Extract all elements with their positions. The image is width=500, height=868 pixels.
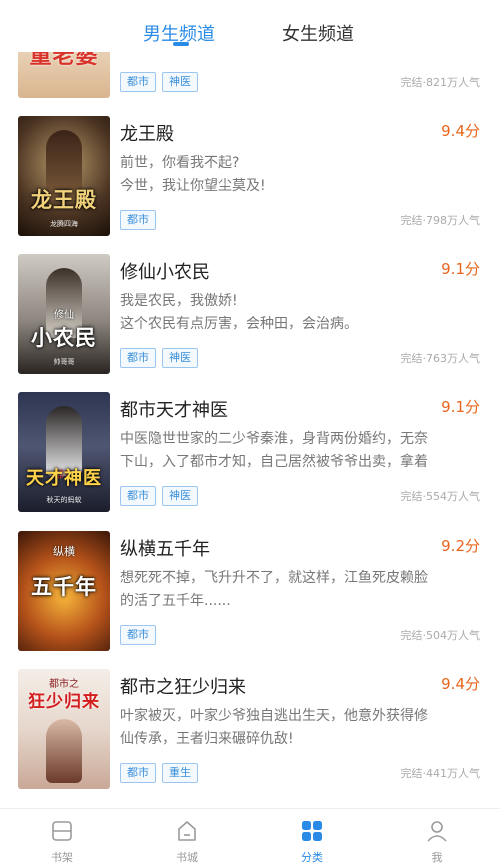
tag[interactable]: 都市	[120, 486, 156, 506]
book-desc: 叶家被灭，叶家少爷独自逃出生天，他意外获得修 仙传承，王者归来碾碎仇敌!	[120, 705, 482, 751]
tag[interactable]: 神医	[162, 486, 198, 506]
tag[interactable]: 都市	[120, 763, 156, 783]
tag-list: 都市 神医	[120, 346, 204, 368]
book-score: 9.1分	[441, 398, 480, 416]
book-score: 9.4分	[441, 675, 480, 693]
tag-list: 都市	[120, 623, 162, 645]
book-desc: 想死死不掉，飞升升不了，就这样，江鱼死皮赖脸 的活了五千年......	[120, 567, 482, 613]
desc-line: 叶家被灭，叶家少爷独自逃出生天，他意外获得修	[120, 708, 428, 724]
cover-figure	[46, 719, 82, 783]
book-cover[interactable]: 纵横 五千年	[18, 531, 110, 651]
nav-label: 书架	[51, 851, 73, 864]
cover-title: 龙王殿	[31, 187, 97, 212]
tag[interactable]: 神医	[162, 72, 198, 92]
book-title[interactable]: 都市天才神医	[120, 396, 228, 422]
tag-list: 都市 神医	[120, 70, 204, 92]
book-meta: 完结·763万人气	[400, 352, 481, 365]
cover-subtitle: 纵横	[53, 545, 75, 558]
tag[interactable]: 神医	[162, 348, 198, 368]
channel-tab-bar: 男生频道 女生频道	[0, 0, 500, 52]
book-desc: 我是农民，我傲娇! 这个农民有点厉害，会种田，会治病。	[120, 290, 482, 336]
desc-line: 下山，入了都市才知，自己居然被爷爷出卖，拿着	[120, 454, 428, 470]
book-meta: 完结·504万人气	[400, 629, 481, 642]
book-score: 9.2分	[441, 537, 480, 555]
book-item[interactable]: 龙王殿 龙腾四海 龙王殿 9.4分 前世，你看我不起? 今世，我让你望尘莫及! …	[0, 116, 500, 246]
desc-line: 前世，你看我不起?	[120, 155, 240, 171]
tag[interactable]: 都市	[120, 348, 156, 368]
book-item[interactable]: 修仙 小农民 帅哥哥 修仙小农民 9.1分 我是农民，我傲娇! 这个农民有点厉害…	[0, 254, 500, 384]
desc-line: 的活了五千年......	[120, 593, 231, 609]
nav-label: 分类	[301, 851, 323, 864]
book-title[interactable]: 修仙小农民	[120, 258, 210, 284]
tag[interactable]: 都市	[120, 72, 156, 92]
book-meta: 完结·821万人气	[400, 76, 481, 89]
book-title[interactable]: 都市之狂少归来	[120, 673, 246, 699]
book-desc: 中医隐世世家的二少爷秦淮，身背两份婚约，无奈 下山，入了都市才知，自己居然被爷爷…	[120, 428, 482, 474]
bookshelf-icon	[52, 821, 72, 841]
nav-label: 我	[431, 851, 443, 864]
book-meta: 完结·554万人气	[400, 490, 481, 503]
tag[interactable]: 都市	[120, 210, 156, 230]
cover-author: 龙腾四海	[50, 220, 78, 228]
cover-title: 天才神医	[26, 468, 102, 489]
cover-title: 五千年	[31, 574, 97, 599]
book-title[interactable]: 龙王殿	[120, 120, 174, 146]
tag-list: 都市 神医	[120, 484, 204, 506]
book-score: 9.4分	[441, 122, 480, 140]
book-cover[interactable]: 修仙 小农民 帅哥哥	[18, 254, 110, 374]
desc-line: 这个农民有点厉害，会种田，会治病。	[120, 316, 358, 332]
desc-line: 仙传承，王者归来碾碎仇敌!	[120, 731, 294, 747]
book-title[interactable]: 纵横五千年	[120, 535, 210, 561]
book-cover[interactable]: 都市 天才神医 秋天的蚂蚁	[18, 392, 110, 512]
book-score: 9.1分	[441, 260, 480, 278]
cover-author: 帅哥哥	[53, 358, 75, 366]
profile-icon	[427, 821, 447, 842]
tag-list: 都市	[120, 208, 162, 230]
book-item[interactable]: 都市 天才神医 秋天的蚂蚁 都市天才神医 9.1分 中医隐世世家的二少爷秦淮，身…	[0, 392, 500, 522]
tag[interactable]: 都市	[120, 625, 156, 645]
tab-female-channel[interactable]: 女生频道	[282, 20, 354, 46]
bookstore-icon	[178, 821, 196, 841]
desc-line: 想死死不掉，飞升升不了，就这样，江鱼死皮赖脸	[120, 570, 428, 586]
tag[interactable]: 重生	[162, 763, 198, 783]
desc-line: 我是农民，我傲娇!	[120, 293, 238, 309]
book-cover[interactable]: 都市之 狂少归来	[18, 669, 110, 789]
book-meta: 完结·798万人气	[400, 214, 481, 227]
desc-line: 今世，我让你望尘莫及!	[120, 178, 266, 194]
category-icon	[302, 821, 322, 841]
cover-title: 小农民	[31, 325, 97, 350]
bottom-nav: 书架 书城 分类 我	[0, 808, 500, 868]
nav-bookshelf[interactable]: 书架	[22, 809, 102, 868]
cover-subtitle: 修仙	[54, 310, 74, 321]
desc-line: 中医隐世世家的二少爷秦淮，身背两份婚约，无奈	[120, 431, 428, 447]
tag-list: 都市 重生	[120, 761, 204, 783]
cover-title: 狂少归来	[28, 692, 100, 712]
cover-author: 秋天的蚂蚁	[46, 496, 82, 504]
book-item[interactable]: 都市之 狂少归来 都市之狂少归来 9.4分 叶家被灭，叶家少爷独自逃出生天，他意…	[0, 669, 500, 799]
book-meta: 完结·441万人气	[400, 767, 481, 780]
nav-profile[interactable]: 我	[397, 809, 477, 868]
book-list[interactable]: 童老婆 都市 神医 完结·821万人气 龙王殿 龙腾四海 龙王殿 9.4分 前世，…	[0, 0, 500, 808]
active-tab-indicator	[173, 42, 189, 46]
nav-category[interactable]: 分类	[272, 809, 352, 868]
nav-bookstore[interactable]: 书城	[147, 809, 227, 868]
nav-label: 书城	[176, 851, 198, 864]
book-cover[interactable]: 龙王殿 龙腾四海	[18, 116, 110, 236]
book-item[interactable]: 纵横 五千年 纵横五千年 9.2分 想死死不掉，飞升升不了，就这样，江鱼死皮赖脸…	[0, 531, 500, 661]
book-desc: 前世，你看我不起? 今世，我让你望尘莫及!	[120, 152, 482, 198]
